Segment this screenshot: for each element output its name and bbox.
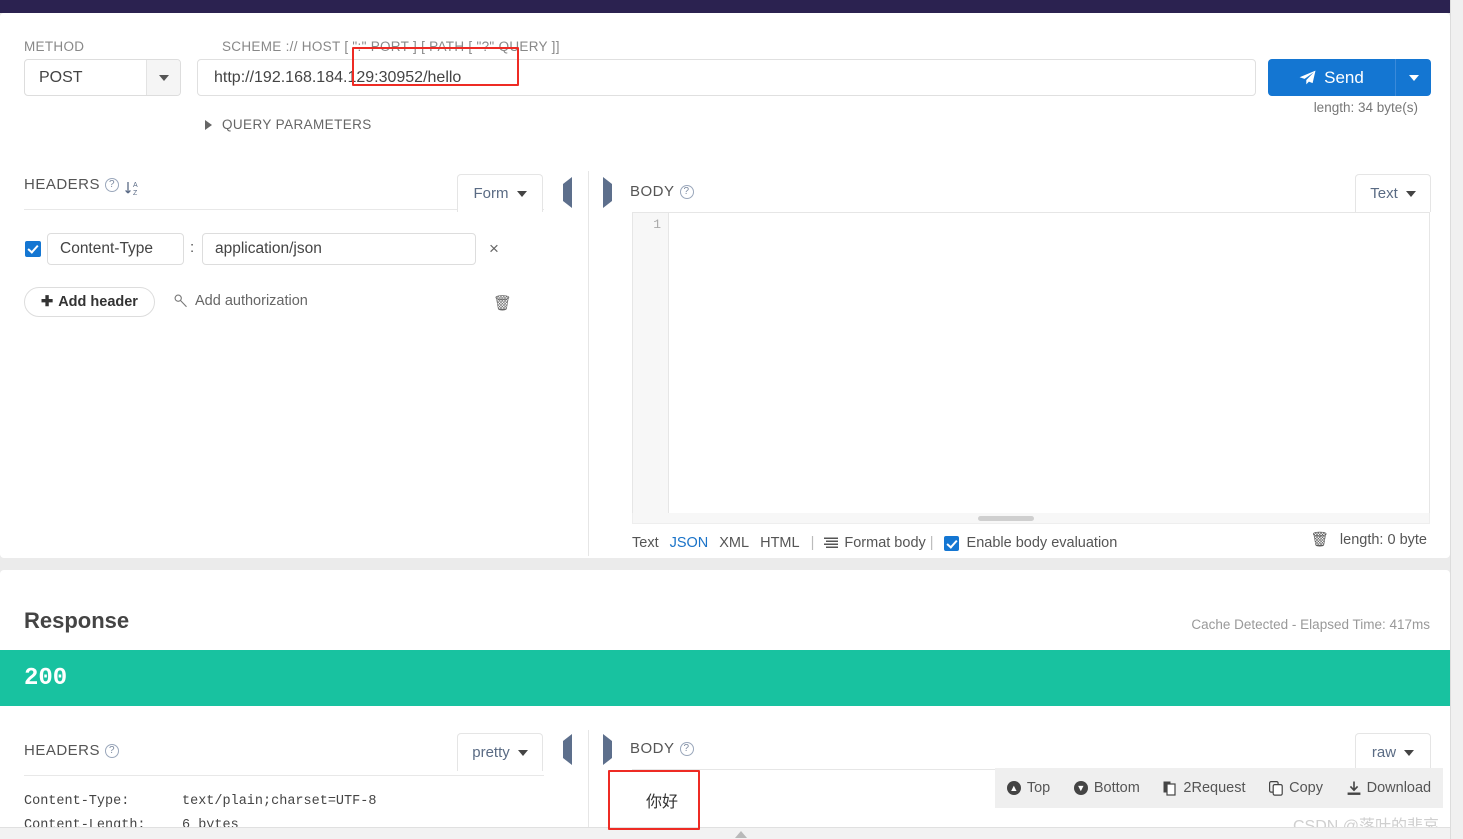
request-panel: METHOD SCHEME :// HOST [ ":" PORT ] [ PA… xyxy=(0,13,1450,558)
headers-view-mode-dropdown[interactable]: Form xyxy=(457,174,543,212)
scroll-top-label: Top xyxy=(1026,780,1051,796)
scroll-bottom-label: Bottom xyxy=(1093,780,1140,796)
remove-header-icon[interactable]: × xyxy=(489,239,499,259)
add-header-label: Add header xyxy=(58,294,138,310)
response-collapse-right-arrow[interactable] xyxy=(603,734,612,765)
sort-alpha-icon[interactable]: A Z xyxy=(124,179,142,197)
scroll-down-indicator-icon[interactable] xyxy=(735,831,747,838)
chevron-right-icon xyxy=(205,119,212,130)
enable-body-evaluation-toggle[interactable]: Enable body evaluation xyxy=(943,535,1118,551)
send-label: Send xyxy=(1324,67,1364,87)
arrow-down-circle-icon: ▼ xyxy=(1073,781,1088,795)
download-button[interactable]: Download xyxy=(1347,780,1432,796)
query-parameters-label: QUERY PARAMETERS xyxy=(222,117,372,132)
toolbar-divider-2: | xyxy=(929,535,934,551)
toolbar-divider-1: | xyxy=(810,535,815,551)
response-collapse-left-arrow[interactable] xyxy=(563,734,572,765)
response-body-text: 你好 xyxy=(646,794,679,811)
format-json-link[interactable]: JSON xyxy=(670,535,709,551)
question-circle-icon[interactable]: ? xyxy=(679,185,694,199)
header-key-input[interactable]: Content-Type xyxy=(47,233,184,265)
body-length-label: length: 0 byte xyxy=(1339,531,1427,548)
response-headers-title: HEADERS? xyxy=(24,742,120,759)
method-label: METHOD xyxy=(24,39,85,54)
request-headers-title: HEADERS? xyxy=(24,176,120,193)
header-row-checkbox[interactable] xyxy=(25,241,41,257)
format-body-button[interactable]: Format body xyxy=(824,535,926,551)
plus-icon: ✚ xyxy=(41,294,54,310)
response-pane-divider xyxy=(588,730,589,839)
copy-icon xyxy=(1269,780,1283,796)
url-format-label: SCHEME :// HOST [ ":" PORT ] [ PATH [ "?… xyxy=(222,39,560,54)
editor-line-numbers: 1 xyxy=(633,213,669,514)
svg-text:A: A xyxy=(133,182,138,189)
question-circle-icon[interactable]: ? xyxy=(679,742,694,756)
trash-icon[interactable]: 🗑 xyxy=(1311,531,1329,548)
collapse-left-arrow[interactable] xyxy=(563,177,572,208)
header-separator: : xyxy=(190,239,195,256)
trash-icon[interactable]: 🗑 xyxy=(493,294,512,312)
response-header-value: text/plain;charset=UTF-8 xyxy=(182,794,377,809)
response-header-key: Content-Type: xyxy=(24,794,130,809)
response-headers-view-mode-label: pretty xyxy=(472,744,510,761)
request-body-editor[interactable]: 1 xyxy=(632,212,1430,515)
url-length-text: length: 34 byte(s) xyxy=(1313,100,1418,115)
status-code: 200 xyxy=(24,664,68,692)
response-body-title: BODY? xyxy=(630,740,694,757)
response-meta: Cache Detected - Elapsed Time: 417ms xyxy=(1191,617,1430,632)
bottom-strip xyxy=(0,827,1450,839)
response-title: Response xyxy=(24,608,130,633)
copy-button[interactable]: Copy xyxy=(1269,780,1323,796)
download-label: Download xyxy=(1366,780,1432,796)
paper-plane-icon xyxy=(1299,70,1316,85)
response-body-float-toolbar: ▲ Top ▼ Bottom 2Request Copy Download xyxy=(995,768,1443,808)
body-view-mode-label: Text xyxy=(1370,185,1398,202)
response-status-bar: 200 xyxy=(0,650,1450,706)
question-circle-icon[interactable]: ? xyxy=(105,178,120,192)
download-icon xyxy=(1347,781,1361,795)
headers-view-mode-label: Form xyxy=(473,185,509,202)
document-icon xyxy=(1163,781,1177,796)
enable-body-evaluation-label: Enable body evaluation xyxy=(966,535,1118,551)
response-headers-underline xyxy=(24,775,544,776)
body-toolbar-right: 🗑 length: 0 byte xyxy=(1311,531,1428,549)
key-icon xyxy=(174,294,187,308)
editor-horizontal-scrollbar-thumb[interactable] xyxy=(978,516,1034,521)
arrow-up-circle-icon: ▲ xyxy=(1006,781,1021,795)
scroll-bottom-button[interactable]: ▼ Bottom xyxy=(1073,780,1140,796)
window-title-bar xyxy=(0,0,1450,13)
response-headers-view-mode-dropdown[interactable]: pretty xyxy=(457,733,543,771)
format-html-link[interactable]: HTML xyxy=(760,535,799,551)
chevron-down-icon xyxy=(146,60,180,95)
svg-text:Z: Z xyxy=(133,190,138,197)
request-pane-divider xyxy=(588,171,589,556)
question-circle-icon[interactable]: ? xyxy=(105,744,120,758)
app-root: METHOD SCHEME :// HOST [ ":" PORT ] [ PA… xyxy=(0,0,1463,839)
format-body-label: Format body xyxy=(844,535,926,551)
body-view-mode-dropdown[interactable]: Text xyxy=(1355,174,1431,212)
format-lines-icon xyxy=(824,537,839,548)
add-authorization-label: Add authorization xyxy=(195,293,308,309)
response-body-view-mode-label: raw xyxy=(1371,744,1397,761)
format-text-link[interactable]: Text xyxy=(632,535,659,551)
send-button[interactable]: Send xyxy=(1268,59,1431,96)
send-options-caret[interactable] xyxy=(1395,59,1431,96)
copy-label: Copy xyxy=(1289,780,1323,796)
add-header-button[interactable]: ✚ Add header xyxy=(24,287,155,317)
query-parameters-toggle[interactable]: QUERY PARAMETERS xyxy=(205,117,372,132)
add-authorization-button[interactable]: Add authorization xyxy=(174,293,308,309)
page-scrollbar[interactable] xyxy=(1450,0,1463,839)
response-body-view-mode-dropdown[interactable]: raw xyxy=(1355,733,1431,771)
url-input[interactable]: http://192.168.184.129:30952/hello xyxy=(197,59,1256,96)
to-request-button[interactable]: 2Request xyxy=(1163,780,1246,796)
to-request-label: 2Request xyxy=(1183,780,1246,796)
method-select[interactable]: POST xyxy=(24,59,181,96)
method-value: POST xyxy=(39,68,83,86)
enable-body-evaluation-checkbox[interactable] xyxy=(943,535,959,551)
format-xml-link[interactable]: XML xyxy=(719,535,749,551)
scroll-top-button[interactable]: ▲ Top xyxy=(1006,780,1051,796)
header-value-input[interactable]: application/json xyxy=(202,233,476,265)
request-body-title: BODY? xyxy=(630,183,694,200)
collapse-right-arrow[interactable] xyxy=(603,177,612,208)
